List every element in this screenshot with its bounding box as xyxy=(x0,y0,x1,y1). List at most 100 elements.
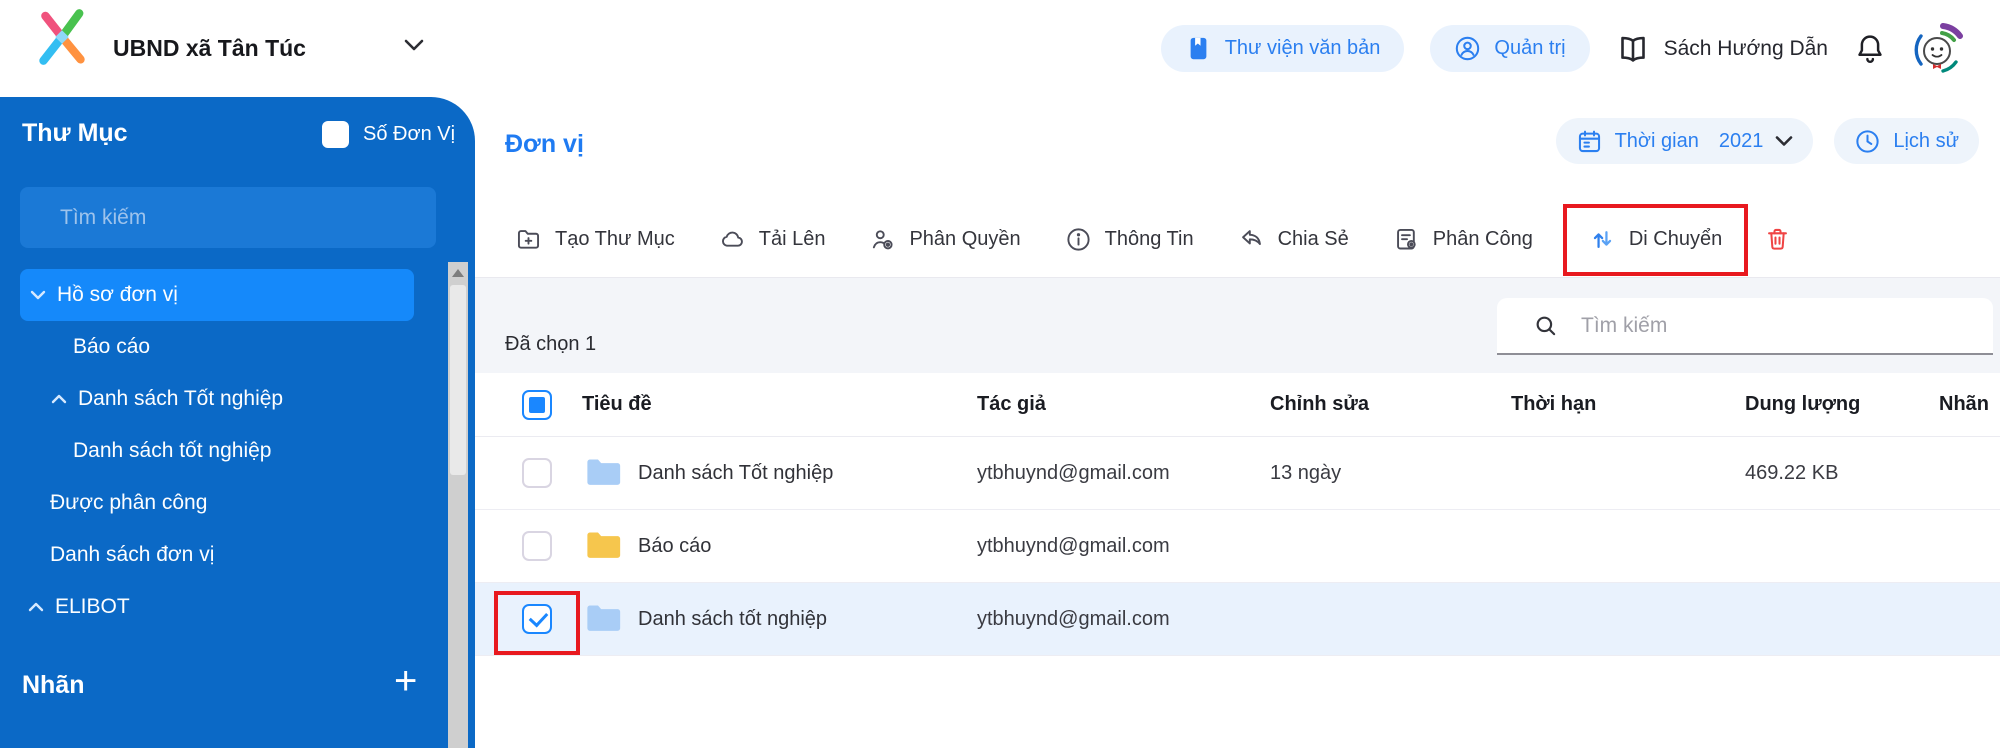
row-edited: 13 ngày xyxy=(1270,462,1342,484)
history-button[interactable]: Lịch sử xyxy=(1834,118,1979,164)
open-book-icon xyxy=(1620,36,1645,62)
table-search xyxy=(1497,298,1993,355)
person-circle-icon xyxy=(1456,36,1480,61)
row-author: ytbhuynd@gmail.com xyxy=(977,462,1170,484)
org-chevron-down-icon[interactable] xyxy=(403,38,425,52)
tree-item-label: Danh sách tốt nghiệp xyxy=(73,439,272,462)
bell-icon[interactable] xyxy=(1854,32,1886,66)
assign-label: Phân Công xyxy=(1432,227,1533,250)
table-row-selected[interactable]: Danh sách tốt nghiệp ytbhuynd@gmail.com xyxy=(475,583,2000,656)
selection-status: Đã chọn 1 xyxy=(505,333,597,355)
app-logo-icon xyxy=(39,9,85,65)
scroll-up-arrow-icon[interactable] xyxy=(452,269,464,277)
column-edited: Chỉnh sửa xyxy=(1270,393,1369,415)
history-label: Lịch sử xyxy=(1893,129,1959,152)
row-checkbox[interactable] xyxy=(522,531,552,561)
info-label: Thông Tin xyxy=(1104,227,1194,250)
row-author: ytbhuynd@gmail.com xyxy=(977,608,1170,630)
avatar[interactable] xyxy=(1912,22,1964,75)
row-title[interactable]: Báo cáo xyxy=(638,510,711,583)
chevron-up-icon xyxy=(28,602,44,612)
main-panel: Đơn vị Thời gian 2021 Lịch sử Tạo Thư Mụ… xyxy=(475,97,2000,748)
chevron-up-icon xyxy=(51,394,67,404)
share-button[interactable]: Chia Sẻ xyxy=(1238,226,1349,253)
row-checkbox-checked[interactable] xyxy=(522,604,552,634)
top-header: UBND xã Tân Túc Thư viện văn bản Quản tr… xyxy=(0,0,2000,97)
admin-button[interactable]: Quản trị xyxy=(1430,25,1590,72)
time-filter-label: Thời gian xyxy=(1614,129,1699,152)
tree-item-elibot[interactable]: ELIBOT xyxy=(0,581,447,633)
table-row[interactable]: Danh sách Tốt nghiệp ytbhuynd@gmail.com … xyxy=(475,437,2000,510)
chevron-down-icon xyxy=(30,290,46,300)
permission-button[interactable]: Phân Quyền xyxy=(869,226,1021,253)
tree-item-danh-sach-don-vi[interactable]: Danh sách đơn vị xyxy=(0,529,447,581)
tree-item-ho-so-don-vi[interactable]: Hồ sơ đơn vị xyxy=(20,269,414,321)
select-all-checkbox[interactable] xyxy=(522,390,552,420)
column-title: Tiêu đề xyxy=(582,393,652,415)
table-row[interactable]: Báo cáo ytbhuynd@gmail.com xyxy=(475,510,2000,583)
unit-count-toggle[interactable]: Số Đơn Vị xyxy=(322,121,455,148)
tree-item-label: ELIBOT xyxy=(55,595,130,618)
folder-tree: Hồ sơ đơn vị Báo cáo Danh sách Tốt nghiệ… xyxy=(0,269,447,633)
cloud-icon xyxy=(721,231,743,247)
library-label: Thư viện văn bản xyxy=(1224,37,1381,59)
share-icon xyxy=(1241,229,1261,245)
toolbar: Tạo Thư Mục Tải Lên Phân Quyền Thông Tin… xyxy=(515,203,1835,276)
tree-item-label: Danh sách Tốt nghiệp xyxy=(78,387,284,410)
create-folder-button[interactable]: Tạo Thư Mục xyxy=(515,226,675,253)
permission-label: Phân Quyền xyxy=(909,227,1021,250)
clock-icon xyxy=(1856,129,1879,153)
sidebar: Thư Mục Số Đơn Vị Hồ sơ đơn vị Báo cáo D… xyxy=(0,97,475,748)
tree-item-label: Danh sách đơn vị xyxy=(50,543,215,566)
header-actions: Thư viện văn bản Quản trị Sách Hướng Dẫn xyxy=(1160,0,1964,97)
assign-button[interactable]: Phân Công xyxy=(1393,226,1533,253)
add-label-button[interactable]: + xyxy=(394,659,417,704)
row-author: ytbhuynd@gmail.com xyxy=(977,535,1170,557)
info-icon xyxy=(1067,227,1090,251)
column-label: Nhãn xyxy=(1939,393,1989,415)
admin-label: Quản trị xyxy=(1494,37,1566,59)
move-button[interactable]: Di Chuyển xyxy=(1562,203,1749,276)
delete-button[interactable] xyxy=(1764,226,1791,253)
tree-item-danh-sach-tot-nghiep[interactable]: Danh sách Tốt nghiệp xyxy=(0,373,447,425)
folder-plus-icon xyxy=(517,229,540,249)
labels-section-title: Nhãn xyxy=(22,671,85,699)
upload-label: Tải Lên xyxy=(758,227,826,250)
row-checkbox[interactable] xyxy=(522,458,552,488)
person-gear-icon xyxy=(873,229,894,249)
trash-icon xyxy=(1768,228,1788,250)
main-filters: Thời gian 2021 Lịch sử xyxy=(1555,118,1979,164)
tree-item-duoc-phan-cong[interactable]: Được phân công xyxy=(0,477,447,529)
share-label: Chia Sẻ xyxy=(1277,227,1349,250)
guide-link[interactable]: Sách Hướng Dẫn xyxy=(1616,34,1828,64)
sidebar-scrollbar[interactable] xyxy=(448,262,468,748)
sidebar-search-input[interactable] xyxy=(20,187,436,248)
tree-item-label: Báo cáo xyxy=(73,335,151,358)
column-size: Dung lượng xyxy=(1745,393,1861,415)
row-title[interactable]: Danh sách Tốt nghiệp xyxy=(638,437,833,510)
document-gear-icon xyxy=(1396,228,1416,249)
scrollbar-thumb[interactable] xyxy=(450,285,466,475)
folder-icon xyxy=(587,532,621,558)
create-folder-label: Tạo Thư Mục xyxy=(555,227,675,250)
tree-item-bao-cao[interactable]: Báo cáo xyxy=(0,321,447,373)
tree-item-danh-sach-tot-nghiep-child[interactable]: Danh sách tốt nghiệp xyxy=(0,425,447,477)
sidebar-search xyxy=(20,187,436,248)
tree-item-label: Được phân công xyxy=(50,491,208,514)
search-icon xyxy=(1536,316,1556,335)
guide-label: Sách Hướng Dẫn xyxy=(1663,36,1828,60)
folder-icon xyxy=(587,459,621,485)
move-arrows-icon xyxy=(1593,230,1612,248)
page-title: Đơn vị xyxy=(505,130,584,158)
info-button[interactable]: Thông Tin xyxy=(1065,226,1194,253)
chevron-down-icon xyxy=(1776,136,1793,146)
time-filter-button[interactable]: Thời gian 2021 xyxy=(1555,118,1814,164)
table-search-input[interactable] xyxy=(1581,298,1993,353)
upload-button[interactable]: Tải Lên xyxy=(719,226,826,253)
row-title[interactable]: Danh sách tốt nghiệp xyxy=(638,583,827,656)
column-term: Thời hạn xyxy=(1511,393,1597,415)
unit-count-label: Số Đơn Vị xyxy=(363,123,456,145)
tree-item-label: Hồ sơ đơn vị xyxy=(57,283,178,306)
unit-count-checkbox[interactable] xyxy=(322,121,349,148)
library-button[interactable]: Thư viện văn bản xyxy=(1160,25,1405,72)
